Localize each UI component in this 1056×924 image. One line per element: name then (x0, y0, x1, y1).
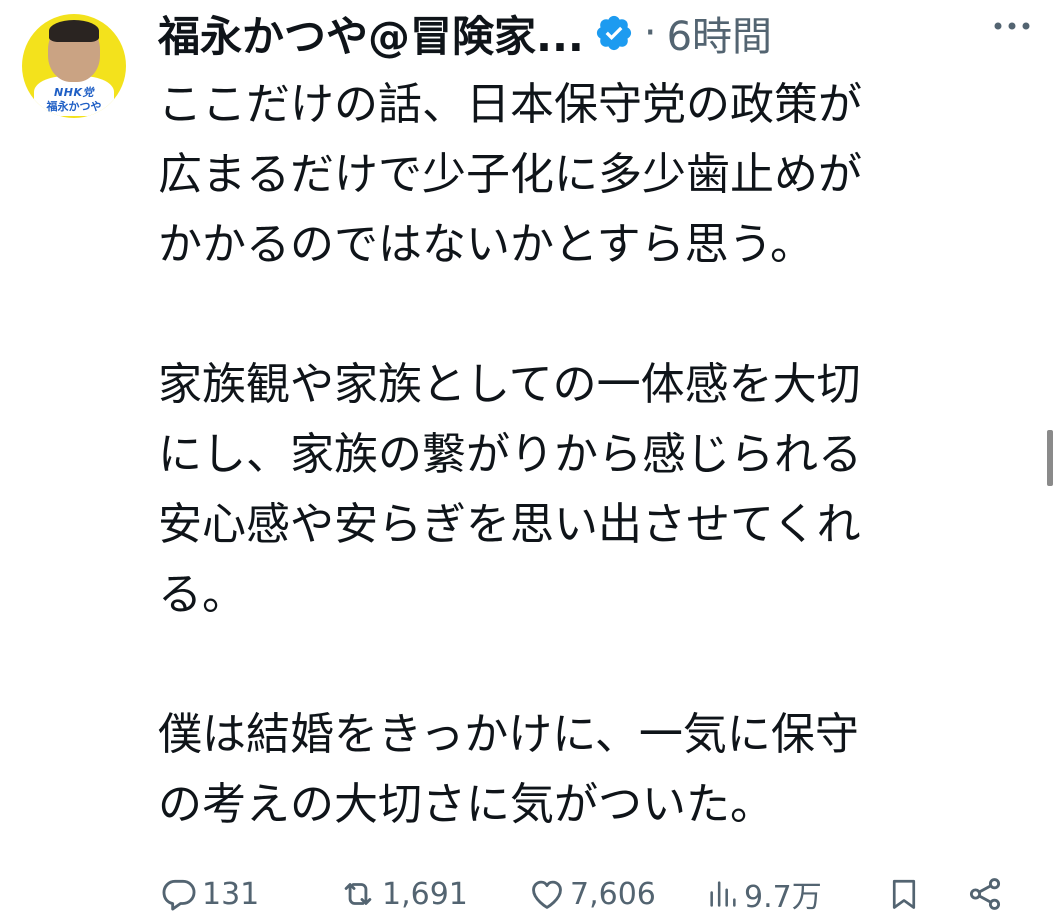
share-button[interactable] (966, 868, 1004, 920)
reply-icon (160, 875, 198, 913)
verified-badge-icon (594, 13, 634, 53)
tweet: NHK党 福永かつや 福永かつや@冒険家... · 6時間 ここだけの話、日本保… (0, 0, 1056, 924)
views-count: 9.7万 (744, 880, 822, 915)
scrollbar[interactable] (1047, 430, 1053, 486)
header-separator: · (643, 10, 657, 56)
tweet-paragraph: 家族観や家族としての一体感を大切 にし、家族の繋がりから感じられる 安心感や安ら… (158, 359, 862, 620)
reply-button[interactable]: 131 (160, 868, 259, 920)
like-button[interactable]: 7,606 (528, 868, 656, 920)
avatar-badge-line2: 福永かつや (46, 100, 102, 113)
tweet-time[interactable]: 6時間 (667, 4, 772, 62)
avatar-hair (49, 20, 99, 42)
avatar[interactable]: NHK党 福永かつや (22, 14, 126, 118)
views-icon (706, 875, 740, 913)
tweet-paragraph: 僕は結婚をきっかけに、一気に保守 の考えの大切さに気がついた。 (158, 709, 859, 830)
retweet-count: 1,691 (382, 876, 468, 912)
heart-icon (528, 875, 566, 913)
views-button[interactable]: 9.7万 (706, 868, 822, 920)
retweet-icon (338, 875, 378, 913)
bookmark-button[interactable] (886, 868, 922, 920)
tweet-paragraph: ここだけの話、日本保守党の政策が 広まるだけで少子化に多少歯止めが かかるのでは… (158, 79, 862, 270)
author-display-name[interactable]: 福永かつや@冒険家... (158, 3, 584, 64)
reply-count: 131 (202, 876, 260, 912)
tweet-header: 福永かつや@冒険家... · 6時間 (158, 2, 772, 64)
retweet-button[interactable]: 1,691 (338, 868, 468, 920)
more-horizontal-icon[interactable] (990, 14, 1034, 38)
tweet-text: ここだけの話、日本保守党の政策が 広まるだけで少子化に多少歯止めが かかるのでは… (158, 70, 1038, 840)
share-icon (966, 875, 1004, 913)
bookmark-icon (886, 874, 922, 914)
tweet-actions: 131 1,691 7,606 9.7万 (158, 868, 1038, 920)
like-count: 7,606 (570, 876, 656, 912)
